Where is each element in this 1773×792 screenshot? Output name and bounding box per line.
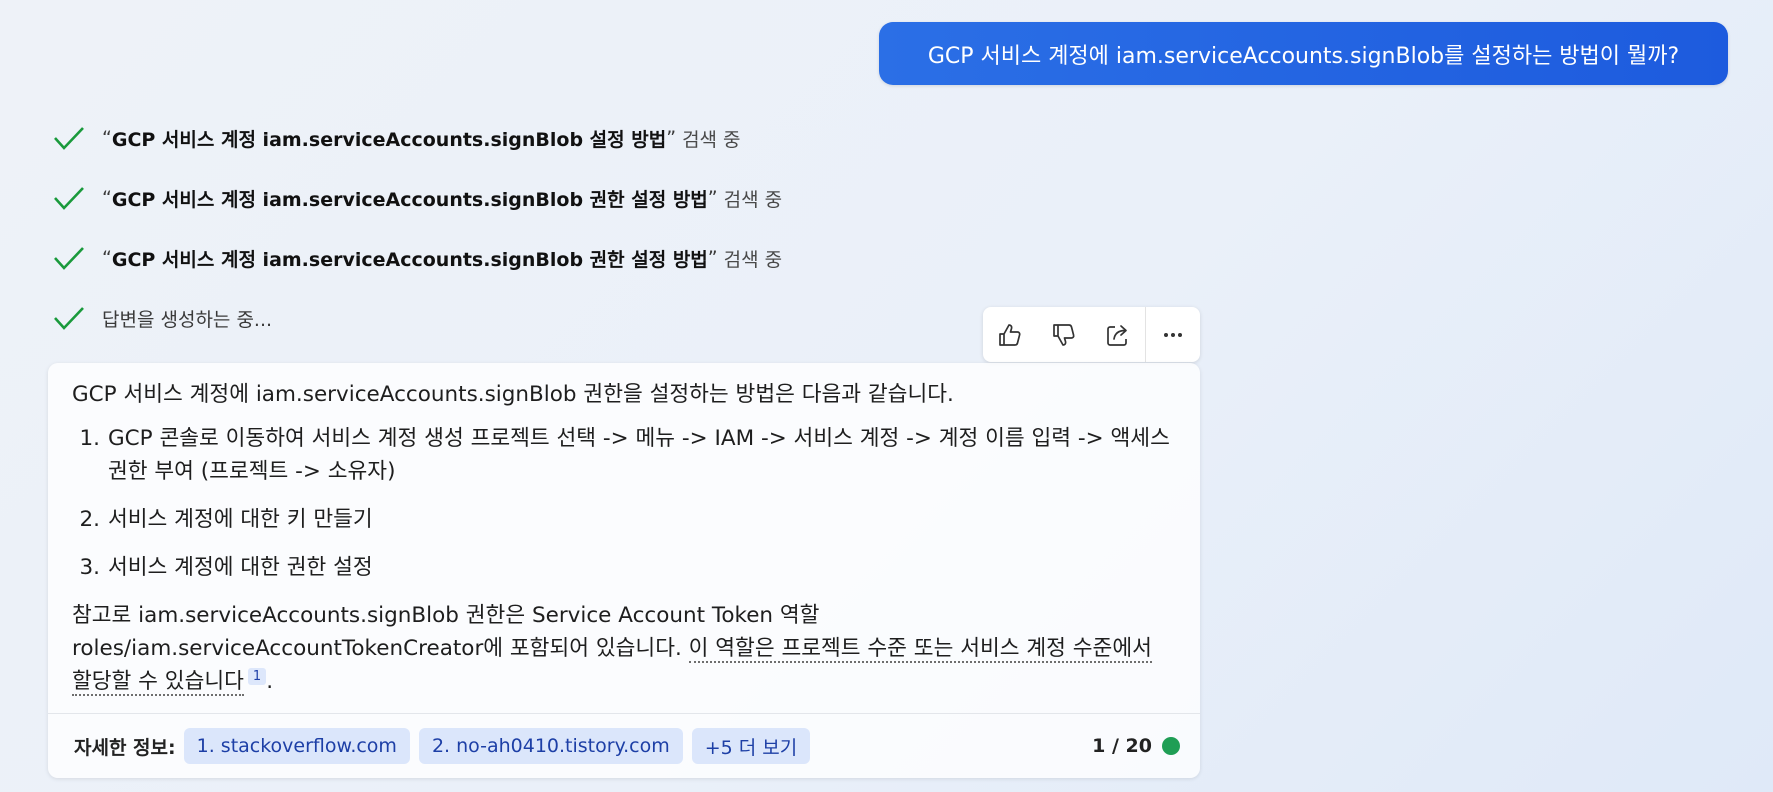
search-step: “GCP 서비스 계정 iam.serviceAccounts.signBlob…: [52, 243, 782, 273]
check-icon: [54, 307, 84, 330]
search-query: GCP 서비스 계정 iam.serviceAccounts.signBlob …: [111, 248, 708, 271]
source-link[interactable]: 2. no-ah0410.tistory.com: [418, 728, 683, 764]
answer-steps-list: 1. GCP 콘솔로 이동하여 서비스 계정 생성 프로젝트 선택 -> 메뉴 …: [72, 422, 1176, 584]
thumbs-up-icon: [999, 323, 1021, 346]
list-item: 2. 서비스 계정에 대한 키 만들기: [79, 507, 373, 532]
generating-text: 답변을 생성하는 중...: [102, 308, 273, 331]
share-icon: [1107, 324, 1127, 346]
dislike-button[interactable]: [1037, 307, 1091, 362]
share-button[interactable]: [1091, 307, 1145, 362]
source-link[interactable]: 1. stackoverflow.com: [183, 728, 410, 764]
check-icon: [54, 127, 84, 150]
response-toolbar: [983, 307, 1200, 362]
answer-intro: GCP 서비스 계정에 iam.serviceAccounts.signBlob…: [72, 382, 954, 407]
citation-badge[interactable]: 1: [247, 667, 267, 685]
learn-more-label: 자세한 정보:: [74, 736, 176, 759]
status-indicator: [1162, 737, 1180, 755]
search-status: 검색 중: [723, 248, 783, 271]
more-icon: [1164, 332, 1182, 337]
search-status: 검색 중: [682, 128, 741, 151]
thumbs-down-icon: [1053, 323, 1075, 346]
search-status: 검색 중: [723, 188, 783, 211]
show-more-sources-button[interactable]: +5 더 보기: [691, 728, 811, 764]
user-message-bubble: GCP 서비스 계정에 iam.serviceAccounts.signBlob…: [879, 22, 1728, 85]
turn-counter: 1 / 20: [1092, 735, 1152, 757]
search-step: “GCP 서비스 계정 iam.serviceAccounts.signBlob…: [52, 123, 741, 153]
answer-card: GCP 서비스 계정에 iam.serviceAccounts.signBlob…: [48, 363, 1200, 778]
search-step: “GCP 서비스 계정 iam.serviceAccounts.signBlob…: [52, 183, 782, 213]
answer-note: 참고로 iam.serviceAccounts.signBlob 권한은 Ser…: [72, 603, 1152, 696]
list-item: 3. 서비스 계정에 대한 권한 설정: [79, 555, 373, 580]
like-button[interactable]: [983, 307, 1037, 362]
user-message-text: GCP 서비스 계정에 iam.serviceAccounts.signBlob…: [927, 43, 1680, 69]
check-icon: [54, 187, 84, 210]
generating-step: 답변을 생성하는 중...: [52, 303, 272, 333]
search-query: GCP 서비스 계정 iam.serviceAccounts.signBlob …: [111, 128, 667, 151]
check-icon: [54, 247, 84, 270]
search-query: GCP 서비스 계정 iam.serviceAccounts.signBlob …: [111, 188, 708, 211]
more-options-button[interactable]: [1146, 307, 1200, 362]
list-item: 1. GCP 콘솔로 이동하여 서비스 계정 생성 프로젝트 선택 -> 메뉴 …: [79, 426, 1170, 484]
learn-more-footer: 자세한 정보: 1. stackoverflow.com 2. no-ah041…: [48, 713, 1200, 778]
